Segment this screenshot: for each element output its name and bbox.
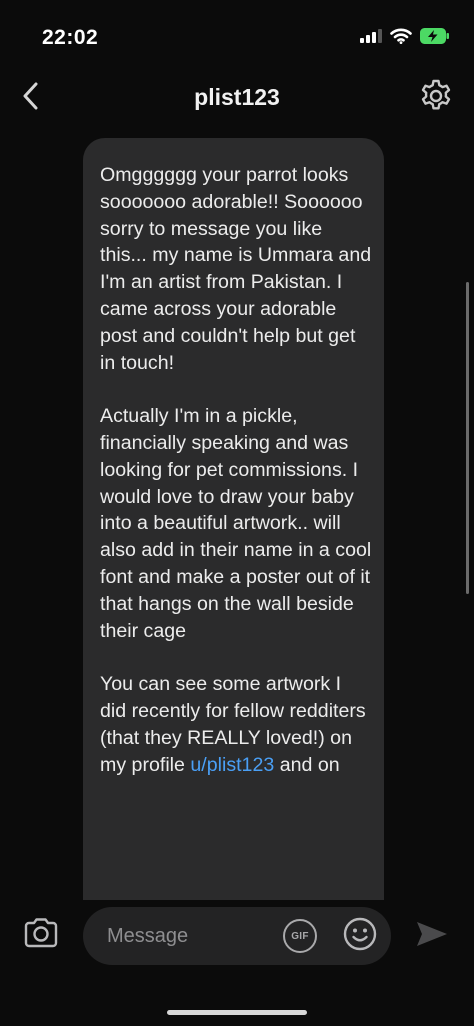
- status-bar: 22:02: [0, 0, 474, 72]
- home-indicator: [167, 1010, 307, 1015]
- chat-title[interactable]: plist123: [0, 84, 474, 111]
- cellular-signal-icon: [360, 29, 382, 48]
- profile-link[interactable]: u/plist123: [190, 754, 274, 776]
- camera-icon: [23, 917, 59, 954]
- message-paragraph-3: You can see some artwork I did recently …: [100, 671, 372, 778]
- message-composer: GIF: [0, 900, 474, 1026]
- settings-button[interactable]: [414, 76, 458, 120]
- message-paragraph-2: Actually I'm in a pickle, financially sp…: [100, 405, 372, 642]
- gear-icon: [418, 78, 454, 119]
- gif-label: GIF: [291, 930, 309, 942]
- emoji-button[interactable]: [341, 917, 379, 955]
- status-time: 22:02: [42, 26, 99, 49]
- status-icons: [360, 28, 450, 49]
- message-paragraph-1: Omgggggg your parrot looks sooooooo ador…: [100, 164, 372, 374]
- chat-header: plist123: [0, 72, 474, 126]
- smiley-face-icon: [342, 916, 378, 957]
- send-arrow-icon: [415, 920, 449, 953]
- chat-screen: 22:02 plist123 Omgggggg your parrot look…: [0, 0, 474, 1026]
- scrollbar[interactable]: [466, 282, 469, 594]
- wifi-icon: [390, 28, 412, 49]
- message-input-container: GIF: [83, 907, 391, 965]
- battery-charging-icon: [420, 28, 450, 49]
- message-bubble[interactable]: Omgggggg your parrot looks sooooooo ador…: [83, 138, 384, 900]
- camera-button[interactable]: [22, 916, 60, 954]
- message-paragraph-3-tail: and on: [274, 753, 340, 776]
- send-button[interactable]: [414, 918, 450, 954]
- message-input[interactable]: [107, 919, 277, 953]
- gif-button[interactable]: GIF: [283, 919, 317, 953]
- message-thread[interactable]: Omgggggg your parrot looks sooooooo ador…: [0, 126, 474, 900]
